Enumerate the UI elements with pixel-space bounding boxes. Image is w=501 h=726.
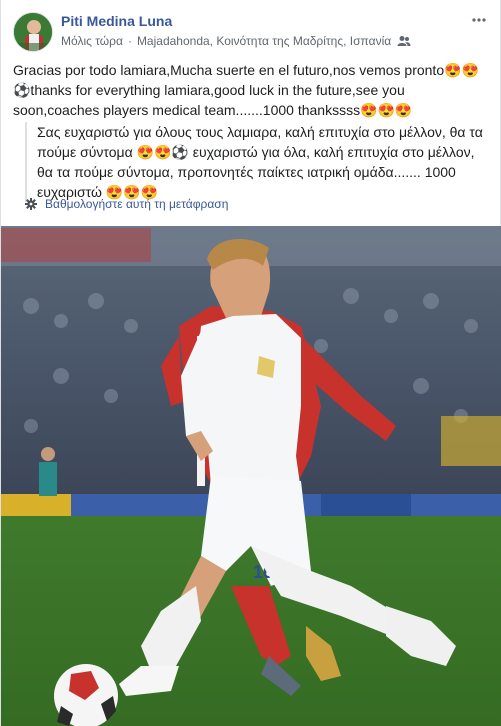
translation-text: Σας ευχαριστώ για όλους τους λαμιαρα, κα… [25, 122, 487, 202]
post-location[interactable]: Majadahonda, Κοινότητα της Μαδρίτης, Ισπ… [137, 34, 391, 48]
post-photo[interactable]: 16 [1, 226, 501, 726]
post-time[interactable]: Μόλις τώρα [61, 34, 123, 48]
post-text: Gracias por todo lamiara,Mucha suerte en… [13, 62, 479, 118]
friends-icon[interactable] [397, 35, 411, 47]
author-name[interactable]: Piti Medina Luna [61, 13, 172, 29]
football-player-image: 16 [1, 226, 501, 726]
facebook-post: Piti Medina Luna Μόλις τώρα · Majadahond… [0, 0, 501, 726]
author-avatar[interactable] [13, 12, 53, 52]
gear-icon [25, 198, 37, 210]
rate-translation-label[interactable]: Βαθμολογήστε αυτή τη μετάφραση [45, 197, 228, 211]
avatar-photo [14, 13, 52, 51]
more-options-icon[interactable] [472, 12, 486, 22]
football-ball [54, 664, 118, 726]
meta-separator: · [127, 34, 132, 48]
rate-translation-link[interactable]: Βαθμολογήστε αυτή τη μετάφραση [25, 197, 228, 211]
post-meta: Μόλις τώρα · Majadahonda, Κοινότητα της … [61, 34, 411, 48]
